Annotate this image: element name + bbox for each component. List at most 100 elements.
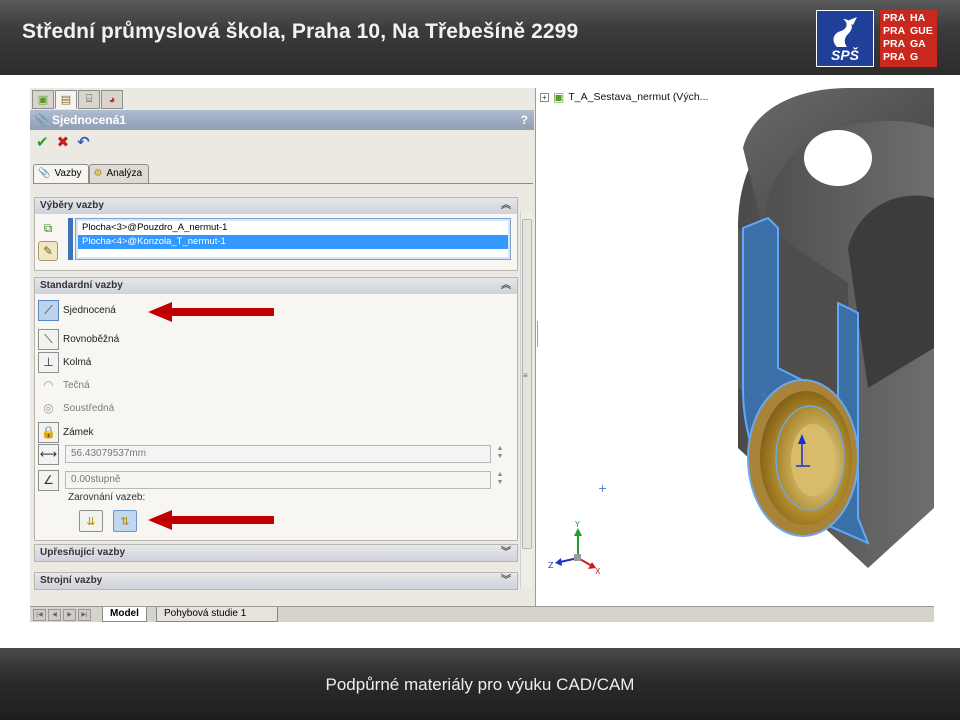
tab-analysis[interactable]: ⚙ Analýza bbox=[88, 164, 150, 183]
collapse-chevron-icon[interactable]: ︽ bbox=[501, 278, 511, 294]
angle-spinner[interactable]: ▲ ▼ bbox=[495, 471, 505, 489]
annotation-arrow-alignment bbox=[148, 510, 274, 530]
angle-input[interactable]: 0.00stupně bbox=[65, 471, 491, 489]
color-wheel-icon: ◕ bbox=[108, 93, 116, 106]
feature-manager-tab[interactable]: ▣ bbox=[32, 90, 54, 109]
coincident-icon: ⟋ bbox=[38, 299, 59, 321]
manager-tabs: ▣ ▤ ⌸ ◕ bbox=[32, 90, 123, 110]
mate-alignment-label: Zarovnání vazeb: bbox=[68, 492, 146, 503]
property-manager-tab[interactable]: ▤ bbox=[55, 90, 77, 109]
dragon-logo-icon bbox=[833, 17, 857, 47]
configuration-manager-tab[interactable]: ⌸ bbox=[78, 90, 100, 109]
tab-mates-label: Vazby bbox=[54, 168, 82, 179]
property-manager-title: Sjednocená1 bbox=[52, 113, 127, 127]
mechanical-mates-group[interactable]: Strojní vazby ︾ bbox=[34, 572, 518, 590]
analysis-icon: ⚙ bbox=[93, 168, 103, 179]
subtab-divider bbox=[33, 183, 533, 184]
origin-marker-icon: + bbox=[598, 482, 607, 495]
mate-selections-title: Výběry vazby bbox=[40, 200, 104, 211]
scrollbar-thumb[interactable] bbox=[522, 219, 532, 549]
assembly-icon: ▣ bbox=[37, 94, 49, 106]
mate-selections-group: Výběry vazby ︽ ⧉ ✎ Plocha<3>@Pouzdro_A_n… bbox=[34, 197, 518, 271]
slide-footer: Podpůrné materiály pro výuku CAD/CAM bbox=[0, 648, 960, 720]
annotation-arrow-coincident bbox=[148, 302, 274, 322]
config-icon: ⌸ bbox=[85, 93, 93, 105]
graphics-area[interactable]: + ▣ T_A_Sestava_nermut (Vých... + + Y X … bbox=[538, 88, 934, 606]
bottom-tab-bar: |◀ ◀ ▶ ▶| Model Pohybová studie 1 bbox=[30, 606, 934, 622]
sps-logo-text: SPŠ bbox=[830, 47, 859, 63]
clevis-part bbox=[738, 88, 934, 568]
tab-model[interactable]: Model bbox=[102, 607, 147, 622]
mate-tangent-label: Tečná bbox=[63, 379, 90, 391]
advanced-mates-title: Upřesňující vazby bbox=[40, 547, 126, 558]
angle-mate-button[interactable]: ∠ bbox=[38, 469, 63, 491]
expand-chevron-icon[interactable]: ︾ bbox=[501, 545, 511, 561]
distance-icon: ⟷ bbox=[38, 443, 59, 465]
footer-text: Podpůrné materiály pro výuku CAD/CAM bbox=[325, 675, 635, 694]
slide-header: Střední průmyslová škola, Praha 10, Na T… bbox=[0, 0, 960, 75]
mate-parallel-label: Rovnoběžná bbox=[63, 333, 120, 345]
tab-motion-study[interactable]: Pohybová studie 1 bbox=[156, 607, 278, 622]
aligned-button[interactable]: ⇊ bbox=[79, 510, 103, 532]
slide-title: Střední průmyslová škola, Praha 10, Na T… bbox=[22, 20, 579, 43]
mate-clip-icon: 📎 bbox=[34, 112, 51, 127]
mate-lock[interactable]: 🔒 Zámek bbox=[38, 421, 94, 443]
help-button[interactable]: ? bbox=[521, 110, 528, 130]
standard-mates-title: Standardní vazby bbox=[40, 280, 123, 291]
selection-item[interactable]: Plocha<3>@Pouzdro_A_nermut-1 bbox=[78, 221, 508, 235]
action-buttons: ✔ ✖ ↶ bbox=[36, 133, 90, 151]
triad-z-label: Z bbox=[548, 561, 554, 570]
panel-scrollbar[interactable]: ≡ bbox=[520, 211, 532, 589]
distance-input[interactable]: 56.43079537mm bbox=[65, 445, 491, 463]
parallel-icon: ⟍ bbox=[38, 328, 59, 350]
mate-selections-list[interactable]: Plocha<3>@Pouzdro_A_nermut-1 Plocha<4>@K… bbox=[75, 218, 511, 260]
distance-mate-button[interactable]: ⟷ bbox=[38, 443, 63, 465]
multiple-mate-icon[interactable]: ✎ bbox=[38, 241, 58, 261]
prev-tab-button[interactable]: ◀ bbox=[48, 609, 61, 621]
undo-button[interactable]: ↶ bbox=[77, 133, 90, 151]
praha-logo: PRA HA PRA GUE PRA GA PRA G bbox=[880, 10, 937, 67]
distance-spinner[interactable]: ▲ ▼ bbox=[495, 445, 505, 463]
advanced-mates-group[interactable]: Upřesňující vazby ︾ bbox=[34, 544, 518, 562]
property-manager-panel: ▣ ▤ ⌸ ◕ 📎 Sjednocená1 ? ✔ ✖ ↶ 📎 Vazby ⚙ … bbox=[30, 88, 536, 606]
sps-logo: SPŠ bbox=[816, 10, 874, 67]
lock-icon: 🔒 bbox=[38, 421, 59, 443]
mate-concentric-label: Soustředná bbox=[63, 402, 115, 414]
solidworks-screenshot: ▣ ▤ ⌸ ◕ 📎 Sjednocená1 ? ✔ ✖ ↶ 📎 Vazby ⚙ … bbox=[30, 88, 934, 624]
mate-parallel[interactable]: ⟍ Rovnoběžná bbox=[38, 328, 120, 350]
triad-x-label: X bbox=[595, 567, 601, 576]
reference-triad bbox=[555, 528, 596, 569]
selection-icons: ⧉ ✎ bbox=[38, 218, 64, 264]
selection-focus-bar bbox=[68, 218, 73, 260]
upper-hole bbox=[804, 130, 872, 186]
property-icon: ▤ bbox=[60, 94, 72, 106]
first-tab-button[interactable]: |◀ bbox=[33, 609, 46, 621]
selection-item-selected[interactable]: Plocha<4>@Konzola_T_nermut-1 bbox=[78, 235, 508, 249]
mate-coincident[interactable]: ⟋ Sjednocená bbox=[38, 299, 116, 321]
advanced-mates-header[interactable]: Upřesňující vazby ︾ bbox=[35, 545, 517, 561]
next-tab-button[interactable]: ▶ bbox=[63, 609, 76, 621]
mechanical-mates-title: Strojní vazby bbox=[40, 575, 103, 586]
collapse-chevron-icon[interactable]: ︽ bbox=[501, 198, 511, 214]
ok-button[interactable]: ✔ bbox=[36, 133, 49, 151]
mate-tangent: ◠ Tečná bbox=[38, 375, 90, 395]
last-tab-button[interactable]: ▶| bbox=[78, 609, 91, 621]
svg-text:+: + bbox=[760, 391, 768, 401]
tangent-icon: ◠ bbox=[43, 378, 54, 392]
display-manager-tab[interactable]: ◕ bbox=[101, 90, 123, 109]
standard-mates-header[interactable]: Standardní vazby ︽ bbox=[35, 278, 517, 294]
cancel-button[interactable]: ✖ bbox=[57, 133, 70, 151]
mate-coincident-label: Sjednocená bbox=[63, 304, 116, 316]
mechanical-mates-header[interactable]: Strojní vazby ︾ bbox=[35, 573, 517, 589]
property-manager-title-bar: 📎 Sjednocená1 ? bbox=[30, 110, 534, 130]
mate-selections-header[interactable]: Výběry vazby ︽ bbox=[35, 198, 517, 214]
standard-mates-group: Standardní vazby ︽ ⟋ Sjednocená ⟍ Rovnob… bbox=[34, 277, 518, 541]
anti-aligned-button[interactable]: ⇅ bbox=[113, 510, 137, 532]
mate-perpendicular[interactable]: ⊥ Kolmá bbox=[38, 351, 91, 373]
model-viewport: + + Y X Z bbox=[548, 88, 934, 576]
anti-aligned-icon: ⇅ bbox=[120, 515, 130, 528]
mate-lock-label: Zámek bbox=[63, 426, 94, 438]
clip-icon: 📎 bbox=[38, 168, 51, 179]
tab-mates[interactable]: 📎 Vazby bbox=[33, 164, 89, 183]
expand-chevron-icon[interactable]: ︾ bbox=[501, 573, 511, 589]
